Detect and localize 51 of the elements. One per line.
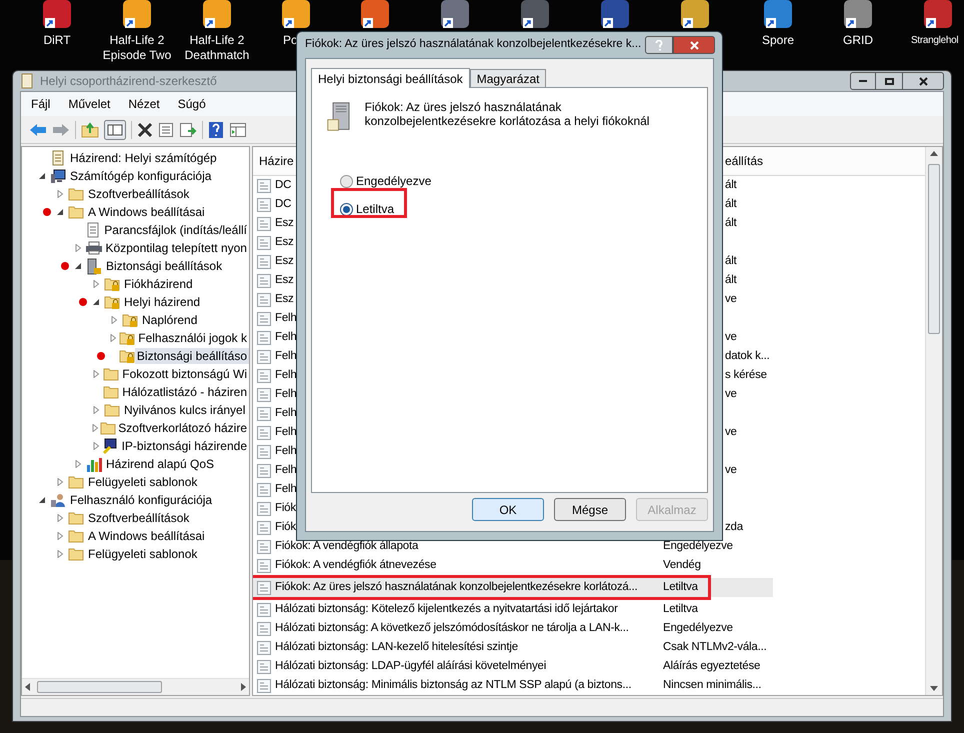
table-cell-text: Engedélyezve — [663, 620, 733, 636]
table-cell: Esz — [275, 216, 294, 229]
table-cell-text: Engedélyezve — [663, 538, 733, 554]
table-cell: Hálózati biztonság: LAN-kezelő hitelesítési szintje — [275, 640, 518, 653]
table-cell-text: Aláírás egyeztetése — [663, 658, 760, 674]
table-cell-text: Nincsen minimális... — [663, 678, 762, 693]
table-cell: DC — [275, 198, 292, 210]
table-cell: Esz — [275, 254, 294, 267]
table-cell: Fiók — [275, 520, 296, 533]
table-cell-text: ált — [725, 216, 737, 231]
table-cell-text: ve — [725, 424, 737, 440]
table-cell: Felh — [275, 406, 297, 419]
table-cell-text: ált — [725, 178, 737, 193]
table-cell: Hálózati biztonság: Minimális biztonság az NTLM SSP alapú (a biztons... — [275, 678, 632, 691]
table-cell: DC — [275, 178, 292, 191]
table-cell: Hálózati biztonság: Kötelező kijelentkezés a nyitvatartási idő lejártakor — [275, 602, 618, 615]
table-cell: Felh — [275, 350, 297, 362]
table-cell-text: Letiltva — [663, 580, 698, 595]
table-cell-text: s kérése — [725, 368, 767, 383]
table-cell: Felh — [275, 444, 297, 457]
table-cell: Esz — [275, 274, 294, 286]
table-cell: Felh — [275, 368, 297, 381]
table-cell-text: ve — [725, 292, 737, 307]
table-cell: Felh — [275, 312, 297, 324]
table-cell: Felh — [275, 330, 297, 343]
table-cell: Felh — [275, 464, 297, 476]
table-cell: Felh — [275, 426, 297, 438]
table-cell-text: ált — [725, 272, 737, 288]
table-cell: Esz — [275, 236, 294, 248]
dialog-title: Fiókok: Az üres jelszó használatának konzolbejelentkezésekre k... — [305, 37, 642, 52]
table-cell: Fiókok: A vendégfiók átnevezése — [275, 558, 436, 571]
table-cell-text: Csak NTLMv2-vála... — [663, 640, 767, 655]
table-cell-text: zda — [725, 520, 743, 535]
window-title: Helyi csoportházirend-szerkesztő — [40, 73, 217, 90]
table-cell: Fiókok: A vendégfiók állapota — [275, 540, 418, 552]
table-cell-text: Vendég — [663, 558, 701, 573]
table-cell-text: ve — [725, 462, 737, 478]
table-cell: Felh — [275, 482, 297, 495]
table-cell: Hálózati biztonság: LDAP-ügyfél aláírási követelményei — [275, 660, 546, 672]
table-cell: Fiókok: Az üres jelszó használatának konzolbejelentkezésekre korlátozá... — [275, 580, 638, 593]
table-cell: Felh — [275, 388, 297, 400]
table-cell: Esz — [275, 292, 294, 305]
table-cell-text: ve — [725, 330, 737, 345]
table-cell-text: ált — [725, 254, 737, 269]
table-cell-text: ált — [725, 196, 737, 212]
table-cell-text: Letiltva — [663, 602, 698, 617]
policy-description: Fiókok: Az üres jelszó használatának konzolbejelentkezésekre korlátozása a helyi fiókoknál — [364, 100, 650, 130]
table-cell: Fiók — [275, 502, 296, 514]
table-cell: Hálózati biztonság: A következő jelszómódosításkor ne tárolja a LAN-k... — [275, 622, 629, 634]
table-cell-text: datok k... — [725, 348, 770, 364]
table-cell-text: ve — [725, 386, 737, 402]
